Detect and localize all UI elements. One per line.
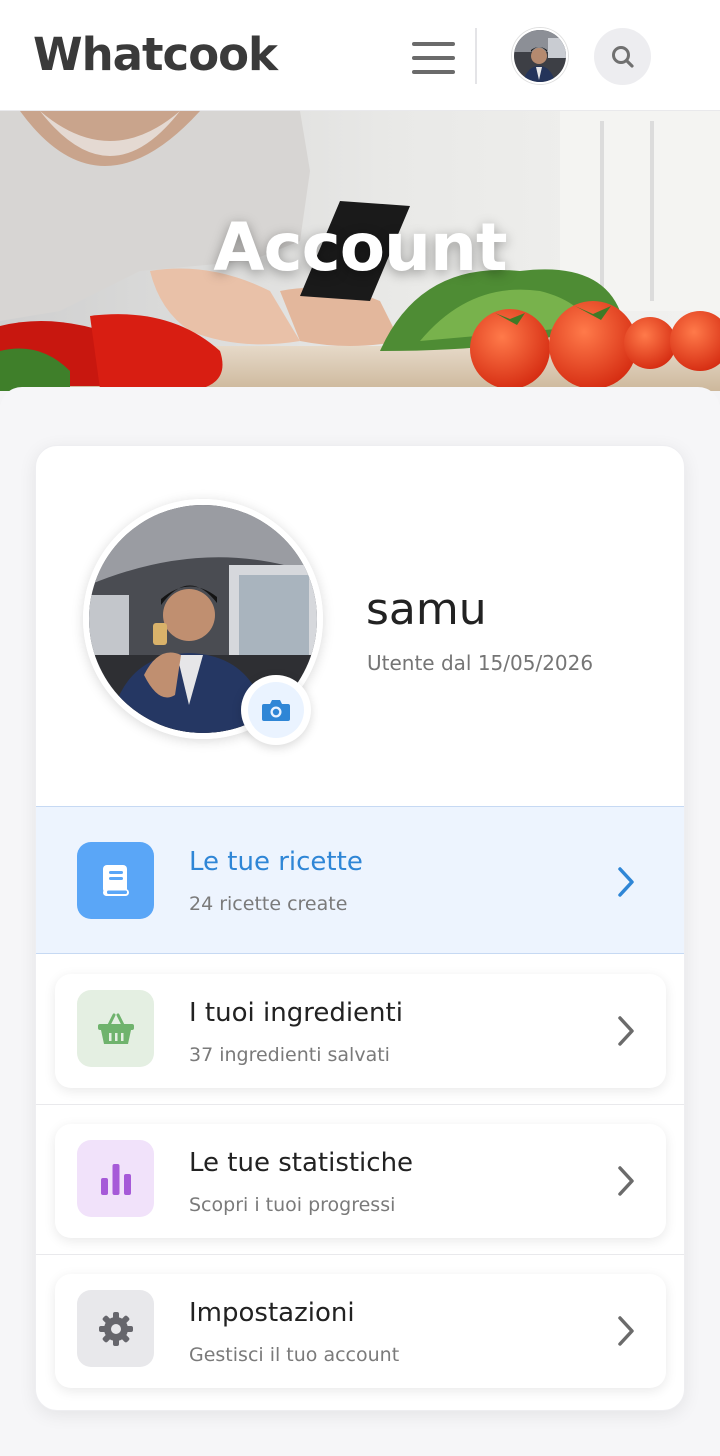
book-icon <box>102 864 129 896</box>
menu-item-title: I tuoi ingredienti <box>189 998 403 1028</box>
search-icon <box>611 45 634 68</box>
header-divider <box>475 28 477 84</box>
menu-item-ingredients[interactable]: I tuoi ingredienti 37 ingredienti salvat… <box>55 974 666 1088</box>
menu-item-subtitle: Gestisci il tuo account <box>189 1344 400 1366</box>
page-title: Account <box>213 209 507 286</box>
chevron-right-icon <box>618 1016 634 1046</box>
member-since: Utente dal 15/05/2026 <box>367 651 594 675</box>
menu-item-subtitle: 37 ingredienti salvati <box>189 1044 390 1066</box>
search-button[interactable] <box>594 28 651 85</box>
change-photo-button[interactable] <box>241 675 311 745</box>
user-avatar[interactable] <box>512 28 568 84</box>
book-icon-box <box>77 842 154 919</box>
top-bar: Whatcook <box>0 0 720 111</box>
hero-banner: Account <box>0 111 720 391</box>
camera-icon-wrap <box>248 682 304 738</box>
menu-item-statistics[interactable]: Le tue statistiche Scopri i tuoi progres… <box>55 1124 666 1238</box>
row-separator <box>36 1254 684 1255</box>
camera-icon <box>262 700 290 721</box>
basket-icon-box <box>77 990 154 1067</box>
menu-item-subtitle: 24 ricette create <box>189 893 348 915</box>
chevron-right-icon <box>618 1316 634 1346</box>
menu-item-recipes[interactable]: Le tue ricette 24 ricette create <box>36 806 684 954</box>
bar-chart-icon <box>100 1163 131 1195</box>
username: samu <box>366 584 487 635</box>
menu-item-title: Le tue ricette <box>189 847 363 877</box>
gear-icon-box <box>77 1290 154 1367</box>
account-card: samu Utente dal 15/05/2026 Le tue ricett… <box>35 445 685 1411</box>
basket-icon <box>97 1013 134 1044</box>
chevron-right-icon <box>618 867 634 897</box>
menu-item-title: Le tue statistiche <box>189 1148 414 1178</box>
row-separator <box>36 1104 684 1105</box>
chart-icon-box <box>77 1140 154 1217</box>
chevron-right-icon <box>618 1166 634 1196</box>
menu-item-subtitle: Scopri i tuoi progressi <box>189 1194 396 1216</box>
hamburger-menu-icon[interactable] <box>408 36 460 80</box>
app-logo[interactable]: Whatcook <box>33 28 278 81</box>
menu-item-title: Impostazioni <box>189 1298 355 1328</box>
gear-icon <box>98 1311 133 1346</box>
menu-item-settings[interactable]: Impostazioni Gestisci il tuo account <box>55 1274 666 1388</box>
